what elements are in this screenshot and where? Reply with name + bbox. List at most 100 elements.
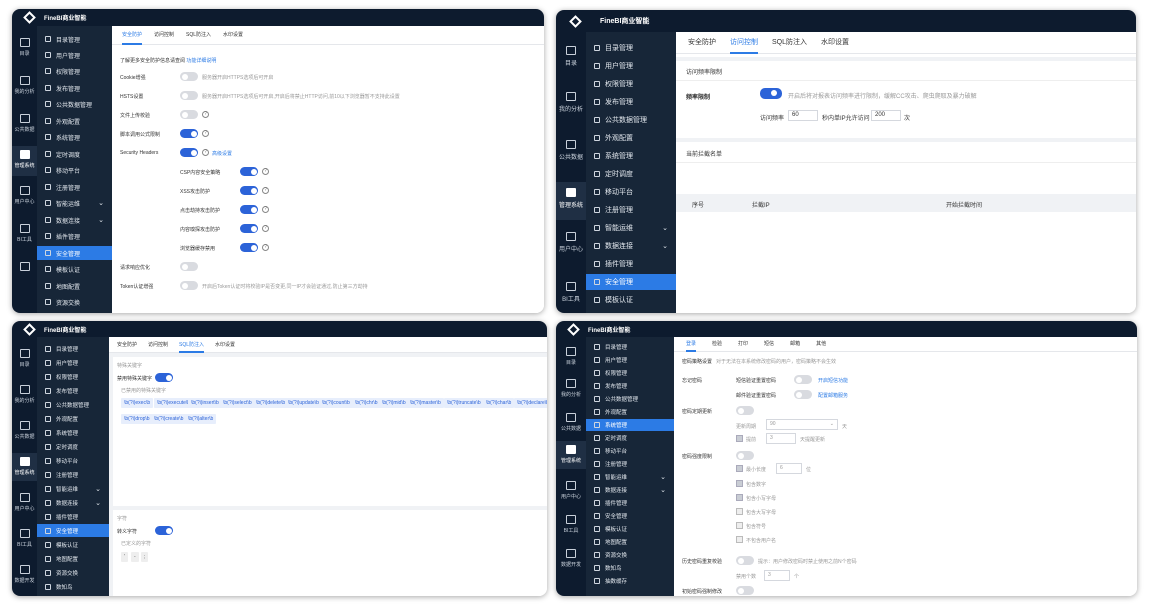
rail-item-catalog[interactable]: 目录 bbox=[556, 46, 586, 67]
toggle-cache-disable[interactable] bbox=[240, 243, 258, 252]
freq-input[interactable]: 60 bbox=[788, 110, 818, 121]
rail-item-bi-tools[interactable]: BI工具 bbox=[556, 515, 586, 534]
tab-other[interactable]: 其他 bbox=[816, 337, 826, 351]
toggle-sms-reset[interactable] bbox=[794, 375, 812, 384]
keyword-chip[interactable]: \b(?i)update\b bbox=[285, 398, 322, 408]
menu-item-schedule[interactable]: 定时调度 bbox=[37, 440, 109, 453]
keyword-chip[interactable]: \b(?i)mid\b bbox=[379, 398, 409, 408]
keyword-chip[interactable]: \b(?i)insert\b bbox=[188, 398, 222, 408]
menu-item-public-data[interactable]: 公共数据管理 bbox=[586, 393, 674, 405]
keyword-chip[interactable]: \b(?i)alter\b bbox=[185, 414, 217, 424]
rail-item-catalog[interactable]: 目录 bbox=[12, 38, 37, 57]
rail-item-user-center[interactable]: 用户中心 bbox=[556, 232, 586, 253]
sms-enable-link[interactable]: 开启短信功能 bbox=[818, 377, 848, 384]
menu-item-shuzhiniao[interactable]: 数知鸟 bbox=[586, 562, 674, 574]
menu-item-data-connection[interactable]: 数据连接 ⌄ bbox=[37, 213, 112, 227]
menu-item-permissions[interactable]: 权限管理 bbox=[586, 367, 674, 379]
option-checkbox[interactable] bbox=[736, 536, 743, 543]
help-icon[interactable]: ? bbox=[262, 225, 269, 232]
menu-item-registration[interactable]: 注册管理 bbox=[37, 180, 112, 194]
min-length-input[interactable]: 6 bbox=[776, 463, 802, 474]
rail-item-management[interactable]: 管理系统 bbox=[556, 182, 586, 220]
keyword-chip[interactable]: \b(?i)select\b bbox=[220, 398, 255, 408]
keyword-chip[interactable]: \b(?i)count\b bbox=[319, 398, 353, 408]
rail-item-analysis[interactable]: 我的分析 bbox=[12, 385, 37, 404]
char-chip[interactable]: - bbox=[131, 552, 139, 562]
menu-item-security[interactable]: 安全管理 bbox=[586, 274, 676, 290]
menu-item-catalog[interactable]: 目录管理 bbox=[586, 341, 674, 353]
menu-item-public-data[interactable]: 公共数据管理 bbox=[37, 97, 112, 111]
tab-sql-injection[interactable]: SQL防注入 bbox=[772, 32, 807, 53]
menu-item-catalog[interactable]: 目录管理 bbox=[37, 32, 112, 46]
menu-item-registration[interactable]: 注册管理 bbox=[586, 458, 674, 470]
keyword-chip[interactable]: \b(?i)delete\b bbox=[253, 398, 289, 408]
tab-security-protection[interactable]: 安全防护 bbox=[122, 26, 143, 45]
rail-item-catalog[interactable]: 目录 bbox=[556, 347, 586, 366]
tab-access-control[interactable]: 访问控制 bbox=[154, 26, 174, 44]
menu-item-mobile[interactable]: 移动平台 bbox=[586, 184, 676, 200]
char-chip[interactable]: ; bbox=[141, 552, 149, 562]
toggle-init-change[interactable] bbox=[736, 586, 754, 595]
toggle-escape-chars[interactable] bbox=[155, 526, 173, 535]
menu-item-appearance[interactable]: 外观配置 bbox=[586, 130, 676, 146]
tab-sms[interactable]: 短信 bbox=[764, 337, 774, 351]
toggle-token-auth[interactable] bbox=[180, 281, 198, 290]
keyword-chip[interactable]: \b(?i)chr\b bbox=[352, 398, 381, 408]
menu-item-public-data[interactable]: 公共数据管理 bbox=[37, 398, 109, 411]
menu-item-ops[interactable]: 智能运维 ⌄ bbox=[37, 196, 112, 210]
tab-security-protection[interactable]: 安全防护 bbox=[117, 337, 137, 352]
menu-item-users[interactable]: 用户管理 bbox=[586, 58, 676, 74]
menu-item-data-connection[interactable]: 数据连接 ⌄ bbox=[586, 484, 674, 496]
toggle-script-formula[interactable] bbox=[180, 129, 198, 138]
rail-item-public-data[interactable]: 公共数据 bbox=[556, 413, 586, 432]
option-checkbox[interactable] bbox=[736, 522, 743, 529]
toggle-periodic-update[interactable] bbox=[736, 406, 754, 415]
tab-watermark[interactable]: 水印设置 bbox=[223, 26, 243, 44]
help-icon[interactable]: ? bbox=[202, 130, 209, 137]
menu-item-permissions[interactable]: 权限管理 bbox=[37, 370, 109, 383]
menu-item-mobile[interactable]: 移动平台 bbox=[37, 163, 112, 177]
menu-item-system[interactable]: 系统管理 bbox=[37, 426, 109, 439]
menu-item-publish[interactable]: 发布管理 bbox=[37, 81, 112, 95]
menu-item-permissions[interactable]: 权限管理 bbox=[586, 76, 676, 92]
menu-item-shuzhiniao[interactable]: 数知鸟 bbox=[37, 580, 109, 593]
tab-check[interactable]: 检验 bbox=[712, 337, 722, 351]
menu-item-schedule[interactable]: 定时调度 bbox=[586, 166, 676, 182]
tab-access-control[interactable]: 访问控制 bbox=[148, 337, 168, 352]
menu-item-security[interactable]: 安全管理 bbox=[37, 246, 112, 260]
rail-item-public-data[interactable]: 公共数据 bbox=[12, 421, 37, 440]
menu-item-template-auth[interactable]: 模板认证 bbox=[37, 538, 109, 551]
menu-item-publish[interactable]: 发布管理 bbox=[37, 384, 109, 397]
advanced-settings-link[interactable]: 高级设置 bbox=[212, 150, 232, 157]
menu-item-system[interactable]: 系统管理 bbox=[586, 419, 674, 431]
rail-item-catalog[interactable]: 目录 bbox=[12, 349, 37, 368]
toggle-strength[interactable] bbox=[736, 451, 754, 460]
menu-item-security[interactable]: 安全管理 bbox=[37, 524, 109, 537]
help-icon[interactable]: ? bbox=[262, 244, 269, 251]
toggle-upload-check[interactable] bbox=[180, 110, 198, 119]
rail-item-management[interactable]: 管理系统 bbox=[12, 453, 37, 481]
menu-item-plugins[interactable]: 插件管理 bbox=[37, 510, 109, 523]
menu-item-template-auth[interactable]: 模板认证 bbox=[586, 523, 674, 535]
rail-item-bi-tools[interactable]: BI工具 bbox=[556, 282, 586, 303]
tab-sql-injection[interactable]: SQL防注入 bbox=[179, 337, 205, 353]
history-n-input[interactable]: 3 bbox=[764, 570, 790, 581]
menu-item-plugins[interactable]: 插件管理 bbox=[586, 497, 674, 509]
help-icon[interactable]: ? bbox=[202, 111, 209, 118]
menu-item-mobile[interactable]: 移动平台 bbox=[586, 445, 674, 457]
menu-item-system[interactable]: 系统管理 bbox=[586, 148, 676, 164]
menu-item-schedule[interactable]: 定时调度 bbox=[586, 432, 674, 444]
menu-item-appearance[interactable]: 外观配置 bbox=[586, 406, 674, 418]
menu-item-users[interactable]: 用户管理 bbox=[586, 354, 674, 366]
email-config-link[interactable]: 配置邮箱服务 bbox=[818, 392, 848, 399]
menu-item-public-data[interactable]: 公共数据管理 bbox=[586, 112, 676, 128]
rail-item-user-center[interactable]: 用户中心 bbox=[12, 493, 37, 512]
menu-item-system[interactable]: 系统管理 bbox=[37, 130, 112, 144]
menu-item-data-connection[interactable]: 数据连接 ⌄ bbox=[586, 238, 676, 254]
toggle-rate-limit[interactable] bbox=[760, 88, 782, 99]
menu-item-plugins[interactable]: 插件管理 bbox=[37, 229, 112, 243]
rail-item-public-data[interactable]: 公共数据 bbox=[12, 114, 37, 133]
remind-checkbox[interactable] bbox=[736, 435, 743, 442]
menu-item-map[interactable]: 地图配置 bbox=[37, 552, 109, 565]
rail-item-user-center[interactable]: 用户中心 bbox=[556, 481, 586, 500]
